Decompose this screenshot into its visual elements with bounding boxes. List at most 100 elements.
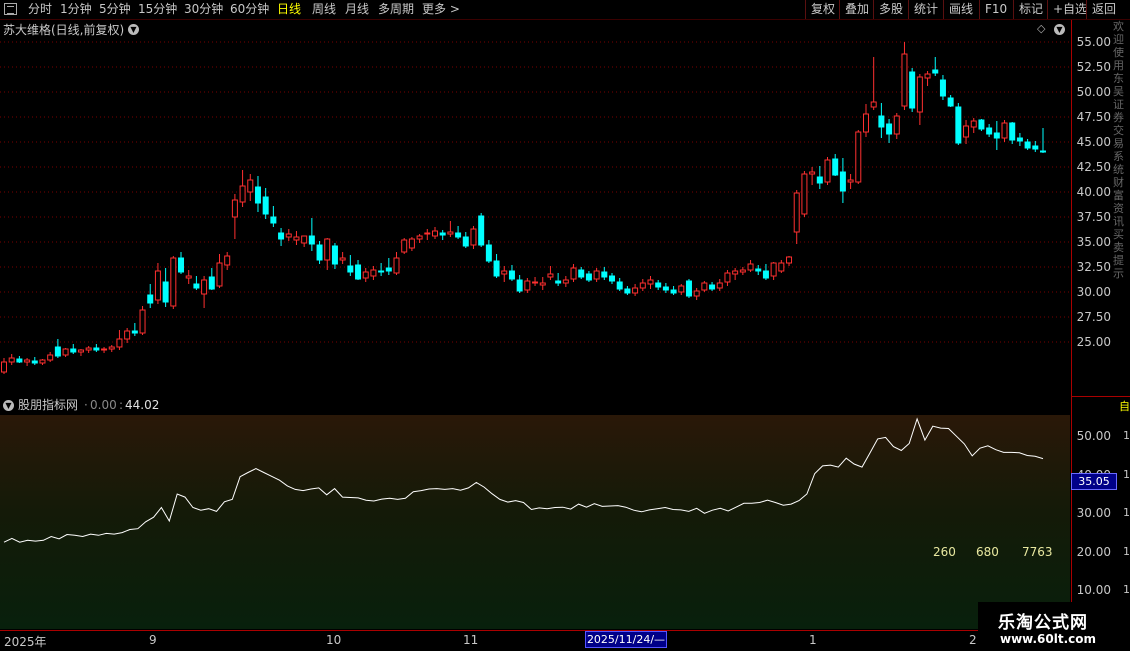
candle	[601, 267, 608, 280]
candle	[308, 218, 315, 251]
candle	[978, 119, 985, 131]
candle	[878, 103, 885, 138]
candle-body	[193, 283, 200, 289]
diamond-icon[interactable]: ◇	[1037, 22, 1045, 35]
date-axis: 2025年 9 10 11 1 2	[0, 630, 1130, 651]
candle	[101, 347, 108, 353]
tab-60min[interactable]: 60分钟	[230, 1, 269, 18]
indicator-name[interactable]: 股朋指标网	[18, 397, 78, 414]
candle-body	[362, 271, 369, 279]
draw-line-button[interactable]: 画线	[943, 0, 978, 19]
indicator-panel[interactable]: 260 680 7763	[0, 415, 1070, 629]
price-tick-label: 30.00	[1076, 285, 1111, 299]
candle-body	[862, 113, 869, 133]
candle-body	[208, 276, 215, 290]
date-label: 11	[463, 633, 479, 647]
overlay-button[interactable]: 叠加	[839, 0, 874, 19]
chevron-down-icon[interactable]: ▼	[128, 24, 139, 35]
candle-body	[39, 359, 46, 364]
candle-body	[916, 76, 923, 113]
candle-body	[801, 173, 808, 215]
f10-button[interactable]: F10	[979, 0, 1012, 19]
candle-body	[1, 361, 7, 373]
tab-monthly[interactable]: 月线	[345, 1, 369, 18]
candle-body	[939, 79, 946, 97]
candle-body	[493, 260, 500, 277]
tab-5min[interactable]: 5分钟	[99, 1, 131, 18]
candle-body	[393, 257, 400, 274]
candle-body	[778, 262, 785, 272]
date-label: 9	[149, 633, 157, 647]
candle	[231, 194, 238, 239]
candle-body	[401, 239, 408, 253]
candle	[832, 154, 839, 176]
price-tick-label: 52.50	[1076, 60, 1111, 74]
candle-body	[247, 179, 254, 193]
candle	[762, 264, 769, 280]
candle	[455, 226, 462, 239]
candle	[285, 229, 292, 241]
chevron-down-icon[interactable]: ▼	[3, 400, 14, 411]
price-chart[interactable]	[0, 20, 1071, 396]
watermark-url: www.60lt.com	[1000, 632, 1097, 646]
candle	[570, 264, 577, 282]
candle	[254, 176, 261, 212]
restore-rights-button[interactable]: 复权	[805, 0, 840, 19]
candle-body	[724, 272, 731, 283]
candle-body	[662, 286, 669, 291]
candle-body	[1032, 145, 1039, 150]
price-tick-label: 42.50	[1076, 160, 1111, 174]
candle-body	[978, 119, 985, 130]
candle-body	[416, 235, 423, 240]
candle	[963, 120, 970, 144]
tab-30min[interactable]: 30分钟	[184, 1, 223, 18]
candle	[585, 271, 592, 282]
statistics-button[interactable]: 统计	[908, 0, 943, 19]
tab-1min[interactable]: 1分钟	[60, 1, 92, 18]
mark-button[interactable]: 标记	[1013, 0, 1048, 19]
candle-body	[524, 280, 531, 291]
candle	[293, 231, 300, 245]
tab-multi-period[interactable]: 多周期	[378, 1, 414, 18]
candle	[970, 118, 977, 133]
indicator-params: 0.00	[90, 398, 117, 412]
candle-body	[131, 330, 138, 334]
candle-body	[678, 285, 685, 293]
indicator-tick-suffix: 1	[1123, 467, 1130, 481]
candle	[147, 284, 154, 308]
tab-timeshare[interactable]: 分时	[28, 1, 52, 18]
candle-body	[324, 238, 331, 261]
menu-icon[interactable]	[4, 3, 17, 15]
candle	[401, 238, 408, 254]
candle-body	[816, 176, 823, 184]
candle-body	[963, 125, 970, 138]
back-button[interactable]: 返回	[1086, 0, 1121, 19]
date-label: 2025年	[4, 635, 47, 649]
price-tick-label: 47.50	[1076, 110, 1111, 124]
candle	[316, 241, 323, 264]
candle	[770, 262, 777, 280]
candle-body	[47, 354, 54, 361]
date-label: 10	[326, 633, 342, 647]
candle	[678, 284, 685, 295]
candle	[916, 74, 923, 125]
tab-weekly[interactable]: 周线	[312, 1, 336, 18]
candle-body	[562, 279, 569, 284]
tab-more[interactable]: 更多 >	[422, 1, 460, 18]
candle	[339, 252, 346, 264]
tab-daily[interactable]: 日线	[277, 1, 301, 18]
indicator-number: 7763	[1022, 545, 1053, 559]
chevron-down-icon[interactable]: ▼	[1054, 24, 1065, 35]
axis-toggle-icon[interactable]: 自	[1119, 398, 1130, 414]
candle	[108, 345, 115, 352]
candle	[616, 278, 623, 291]
stock-title: 苏大维格(日线,前复权)	[3, 23, 125, 37]
candle-body	[178, 257, 185, 273]
price-tick-label: 40.00	[1076, 185, 1111, 199]
price-tick-label: 45.00	[1076, 135, 1111, 149]
cursor-date-label: 2025/11/24/—	[585, 631, 667, 648]
multi-stock-button[interactable]: 多股	[873, 0, 908, 19]
candle	[447, 221, 454, 237]
candle	[809, 167, 816, 185]
tab-15min[interactable]: 15分钟	[138, 1, 177, 18]
